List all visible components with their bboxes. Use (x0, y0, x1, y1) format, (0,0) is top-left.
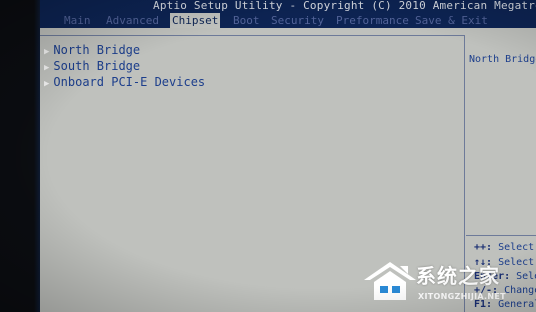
menu-item-label: South Bridge (53, 59, 141, 73)
tab-chipset[interactable]: Chipset (170, 13, 221, 28)
help-description: North Bridge (469, 54, 536, 65)
key-hint: ++: Select (474, 242, 534, 254)
menu-item-south-bridge[interactable]: ▶ South Bridge (44, 59, 140, 73)
watermark: 系统之家 XITONGZHIJIA.NET (360, 258, 536, 312)
menu-item-north-bridge[interactable]: ▶ North Bridge (44, 43, 140, 57)
triangle-right-icon: ▶ (44, 63, 50, 73)
help-divider (466, 235, 536, 236)
key-desc: Select (498, 242, 535, 253)
house-logo-icon (364, 262, 416, 300)
tab-boot[interactable]: Boot (233, 13, 260, 28)
tab-security[interactable]: Security (271, 13, 324, 28)
tab-save-exit[interactable]: Save & Exit (415, 13, 488, 28)
menu-item-label: Onboard PCI-E Devices (53, 75, 206, 89)
tab-main[interactable]: Main (64, 13, 91, 28)
bios-screen: Aptio Setup Utility - Copyright (C) 2010… (0, 0, 536, 312)
key-label: ++: (474, 242, 493, 253)
watermark-title: 系统之家 (416, 264, 500, 288)
watermark-url: XITONGZHIJIA.NET (418, 292, 506, 301)
bios-title: Aptio Setup Utility - Copyright (C) 2010… (153, 0, 536, 12)
menu-item-label: North Bridge (53, 43, 141, 57)
triangle-right-icon: ▶ (44, 79, 50, 89)
tab-preformance[interactable]: Preformance (336, 13, 409, 28)
triangle-right-icon: ▶ (44, 47, 50, 57)
tab-advanced[interactable]: Advanced (106, 13, 159, 28)
menu-item-onboard-pcie[interactable]: ▶ Onboard PCI-E Devices (44, 75, 205, 89)
